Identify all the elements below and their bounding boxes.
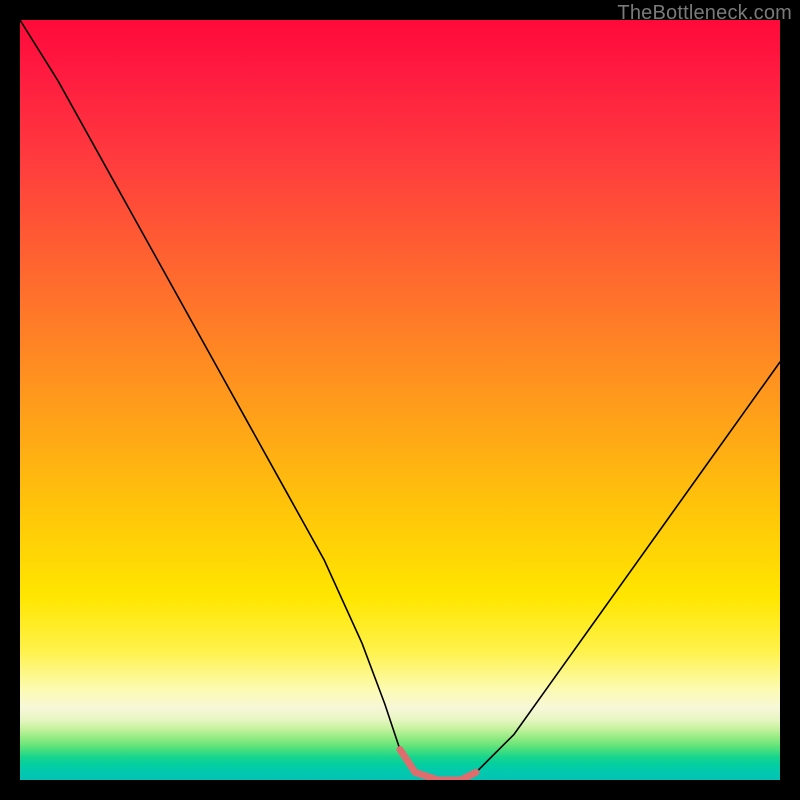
bottleneck-curve [20, 20, 780, 780]
plot-area [20, 20, 780, 780]
curve-layer [20, 20, 780, 780]
series-group [20, 20, 780, 780]
watermark-text: TheBottleneck.com [617, 2, 792, 25]
flat-minimum-marker [400, 750, 476, 780]
chart-frame: TheBottleneck.com [0, 0, 800, 800]
